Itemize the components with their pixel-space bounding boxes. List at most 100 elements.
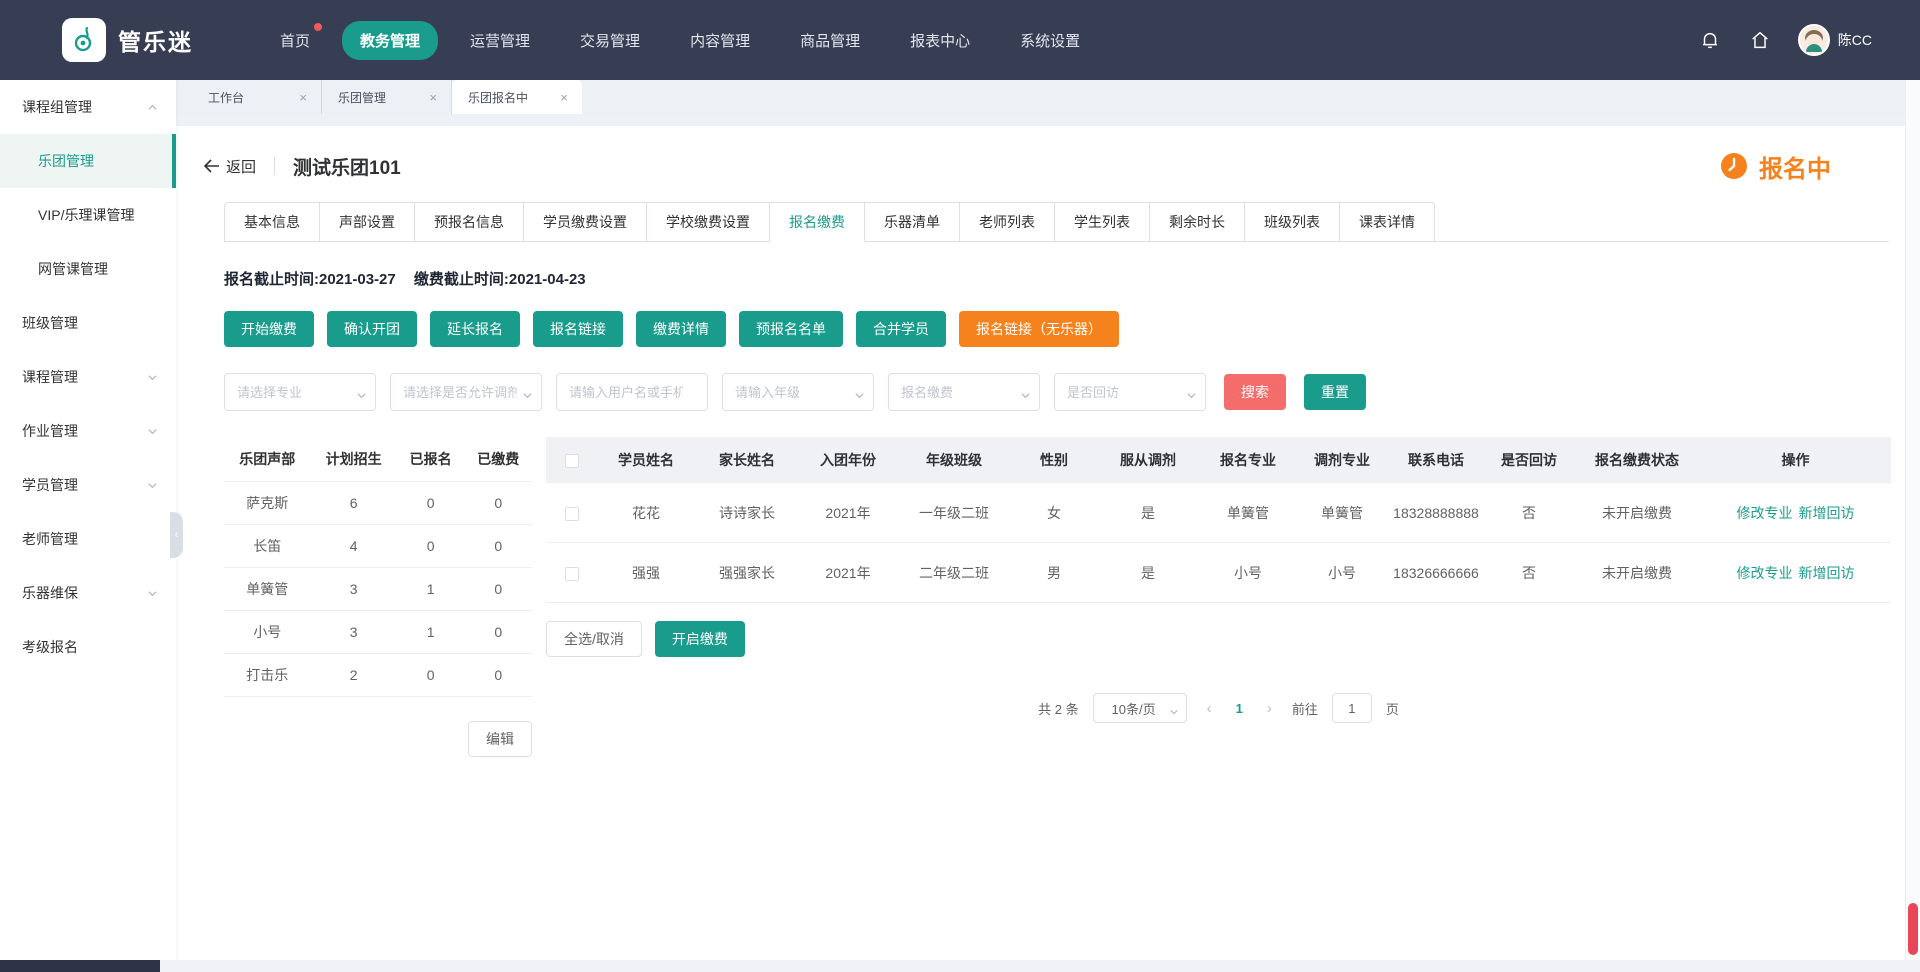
page-size-select[interactable]: 10条/页 bbox=[1093, 693, 1187, 723]
workspace-tab-乐团报名中[interactable]: 乐团报名中 × bbox=[452, 80, 582, 114]
nav-item-交易管理[interactable]: 交易管理 bbox=[562, 21, 658, 60]
sidebar-item-乐器维保[interactable]: 乐器维保 bbox=[0, 566, 176, 620]
sidebar-item-课程组管理[interactable]: 课程组管理 bbox=[0, 80, 176, 134]
notification-bell-icon[interactable] bbox=[1698, 28, 1722, 52]
sidebar-item-label: 乐器维保 bbox=[22, 583, 147, 603]
op-link-新增回访[interactable]: 新增回访 bbox=[1799, 565, 1855, 581]
filter-select-0[interactable] bbox=[224, 373, 376, 411]
nav-item-商品管理[interactable]: 商品管理 bbox=[782, 21, 878, 60]
home-icon[interactable] bbox=[1748, 28, 1772, 52]
filter-field-input[interactable] bbox=[569, 385, 683, 400]
select-all-button[interactable]: 全选/取消 bbox=[546, 621, 642, 657]
table-cell: 2 bbox=[310, 654, 396, 697]
sidebar-item-老师管理[interactable]: 老师管理 bbox=[0, 512, 176, 566]
op-link-修改专业[interactable]: 修改专业 bbox=[1737, 565, 1793, 581]
edit-button[interactable]: 编辑 bbox=[468, 721, 532, 757]
user-name: 陈CC bbox=[1838, 30, 1872, 50]
next-page-button[interactable]: › bbox=[1261, 700, 1278, 717]
action-button-orange[interactable]: 报名链接（无乐器） bbox=[959, 311, 1119, 347]
chevron-down-icon bbox=[147, 588, 158, 599]
table-cell: 2021年 bbox=[800, 497, 896, 529]
search-button[interactable]: 搜索 bbox=[1224, 374, 1286, 410]
row-checkbox[interactable] bbox=[565, 567, 579, 581]
nav-item-首页[interactable]: 首页 bbox=[262, 21, 328, 60]
tab-预报名信息[interactable]: 预报名信息 bbox=[415, 202, 524, 242]
close-icon[interactable]: × bbox=[429, 90, 437, 105]
current-page[interactable]: 1 bbox=[1232, 701, 1247, 716]
table-cell: 否 bbox=[1484, 497, 1574, 529]
tab-课表详情[interactable]: 课表详情 bbox=[1340, 202, 1435, 242]
filter-input-2[interactable] bbox=[556, 373, 708, 411]
vertical-scrollbar[interactable] bbox=[1905, 80, 1920, 960]
back-button[interactable]: 返回 bbox=[204, 156, 256, 177]
chevron-down-icon bbox=[854, 388, 865, 406]
workspace-tab-乐团管理[interactable]: 乐团管理× bbox=[322, 80, 452, 114]
close-icon[interactable]: × bbox=[560, 90, 568, 105]
tab-学校缴费设置[interactable]: 学校缴费设置 bbox=[647, 202, 770, 242]
sidebar-item-label: 考级报名 bbox=[22, 637, 158, 657]
goto-page-input[interactable] bbox=[1332, 693, 1372, 723]
filter-field-input[interactable] bbox=[1067, 385, 1181, 400]
action-button-报名链接[interactable]: 报名链接 bbox=[533, 311, 623, 347]
close-icon[interactable]: × bbox=[299, 90, 307, 105]
students-table: 学员姓名家长姓名入团年份年级班级性别服从调剂报名专业调剂专业联系电话是否回访报名… bbox=[546, 437, 1891, 603]
filter-select-1[interactable] bbox=[390, 373, 542, 411]
action-button-延长报名[interactable]: 延长报名 bbox=[430, 311, 520, 347]
prev-page-button[interactable]: ‹ bbox=[1201, 700, 1218, 717]
sidebar-item-班级管理[interactable]: 班级管理 bbox=[0, 296, 176, 350]
action-button-确认开团[interactable]: 确认开团 bbox=[327, 311, 417, 347]
workspace-tab-label: 乐团报名中 bbox=[468, 89, 528, 106]
voice-col-计划招生: 计划招生 bbox=[310, 437, 396, 482]
tab-学员缴费设置[interactable]: 学员缴费设置 bbox=[524, 202, 647, 242]
table-cell: 1 bbox=[397, 568, 465, 611]
tab-班级列表[interactable]: 班级列表 bbox=[1245, 202, 1340, 242]
sidebar-item-考级报名[interactable]: 考级报名 bbox=[0, 620, 176, 674]
nav-item-系统设置[interactable]: 系统设置 bbox=[1002, 21, 1098, 60]
sidebar-item-作业管理[interactable]: 作业管理 bbox=[0, 404, 176, 458]
action-button-缴费详情[interactable]: 缴费详情 bbox=[636, 311, 726, 347]
filter-select-5[interactable] bbox=[1054, 373, 1206, 411]
table-cell: 3 bbox=[310, 611, 396, 654]
op-link-新增回访[interactable]: 新增回访 bbox=[1799, 505, 1855, 521]
sidebar-item-VIP/乐理课管理[interactable]: VIP/乐理课管理 bbox=[0, 188, 176, 242]
op-link-修改专业[interactable]: 修改专业 bbox=[1737, 505, 1793, 521]
tab-剩余时长[interactable]: 剩余时长 bbox=[1150, 202, 1245, 242]
nav-item-教务管理[interactable]: 教务管理 bbox=[342, 21, 438, 60]
voice-col-已缴费: 已缴费 bbox=[464, 437, 532, 482]
tab-老师列表[interactable]: 老师列表 bbox=[960, 202, 1055, 242]
page-unit-label: 页 bbox=[1386, 699, 1399, 718]
tab-学生列表[interactable]: 学生列表 bbox=[1055, 202, 1150, 242]
nav-item-运营管理[interactable]: 运营管理 bbox=[452, 21, 548, 60]
sidebar-item-乐团管理[interactable]: 乐团管理 bbox=[0, 134, 176, 188]
select-all-checkbox[interactable] bbox=[565, 454, 579, 468]
filter-select-4[interactable] bbox=[888, 373, 1040, 411]
sidebar-item-网管课管理[interactable]: 网管课管理 bbox=[0, 242, 176, 296]
sidebar-collapse-handle[interactable]: ‹ bbox=[170, 512, 183, 558]
user-menu[interactable]: 陈CC bbox=[1798, 24, 1872, 56]
table-row: 萨克斯600 bbox=[224, 482, 532, 525]
nav-item-报表中心[interactable]: 报表中心 bbox=[892, 21, 988, 60]
filter-select-3[interactable] bbox=[722, 373, 874, 411]
tab-报名缴费[interactable]: 报名缴费 bbox=[770, 202, 865, 242]
tab-基本信息[interactable]: 基本信息 bbox=[224, 202, 320, 242]
action-button-合并学员[interactable]: 合并学员 bbox=[856, 311, 946, 347]
action-button-开始缴费[interactable]: 开始缴费 bbox=[224, 311, 314, 347]
scrollbar-thumb[interactable] bbox=[1908, 903, 1918, 955]
tab-声部设置[interactable]: 声部设置 bbox=[320, 202, 415, 242]
filter-field-input[interactable] bbox=[735, 385, 849, 400]
sidebar-item-学员管理[interactable]: 学员管理 bbox=[0, 458, 176, 512]
sidebar-item-课程管理[interactable]: 课程管理 bbox=[0, 350, 176, 404]
filter-field-input[interactable] bbox=[403, 385, 517, 400]
row-checkbox[interactable] bbox=[565, 507, 579, 521]
reset-button[interactable]: 重置 bbox=[1304, 374, 1366, 410]
filter-field-input[interactable] bbox=[237, 385, 351, 400]
sidebar-item-label: 作业管理 bbox=[22, 421, 147, 441]
action-button-预报名名单[interactable]: 预报名名单 bbox=[739, 311, 843, 347]
start-payment-button[interactable]: 开启缴费 bbox=[655, 621, 745, 657]
students-col-报名缴费状态: 报名缴费状态 bbox=[1574, 444, 1700, 476]
table-row: 花花诗诗家长2021年一年级二班女是单簧管单簧管18328888888否未开启缴… bbox=[546, 483, 1891, 543]
nav-item-内容管理[interactable]: 内容管理 bbox=[672, 21, 768, 60]
workspace-tab-工作台[interactable]: 工作台× bbox=[192, 80, 322, 114]
tab-乐器清单[interactable]: 乐器清单 bbox=[865, 202, 960, 242]
filter-field-input[interactable] bbox=[901, 385, 1015, 400]
